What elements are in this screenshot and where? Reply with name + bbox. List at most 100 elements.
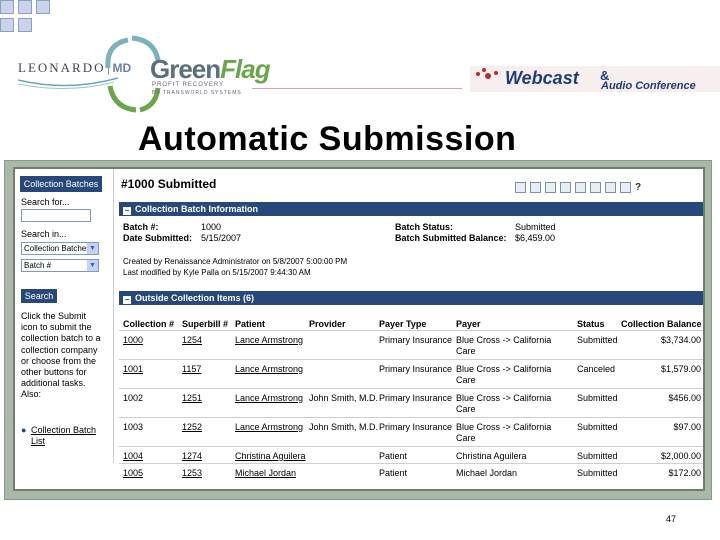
- row-divider: [119, 388, 703, 389]
- column-header[interactable]: Status: [577, 319, 605, 329]
- payer-type-cell: Primary Insurance: [379, 335, 453, 345]
- payer-cell: Blue Cross -> California Care: [456, 364, 552, 385]
- webcast-logo: Webcast: [505, 68, 579, 88]
- field-select[interactable]: Batch # ▼: [21, 259, 99, 272]
- status-cell: Submitted: [577, 422, 618, 432]
- audio-conference-logo: Audio Conference: [601, 80, 696, 92]
- copy-icon[interactable]: [530, 182, 541, 194]
- screenshot-frame: Collection Batches Search for... Search …: [4, 160, 712, 500]
- collection-batch-list-link[interactable]: Collection Batch List: [31, 425, 101, 447]
- page-number: 47: [666, 514, 677, 524]
- payer-type-cell: Patient: [379, 468, 408, 478]
- section-collection-items: − Outside Collection Items (6): [119, 291, 703, 305]
- search-for-label: Search for...: [21, 197, 70, 207]
- search-button[interactable]: Search: [21, 289, 57, 303]
- column-header[interactable]: Provider: [309, 319, 346, 329]
- search-input[interactable]: [21, 209, 91, 222]
- section-title: Collection Batch Information: [135, 204, 259, 214]
- toolbar: ?: [515, 179, 641, 197]
- slide-title: Automatic Submission: [138, 120, 517, 158]
- superbill-link[interactable]: 1157: [182, 364, 201, 374]
- status-cell: Submitted: [577, 393, 618, 403]
- sidebar-help-text: Click the Submit icon to submit the coll…: [21, 311, 101, 400]
- list-icon[interactable]: [545, 182, 556, 194]
- collection-link[interactable]: 1005: [123, 468, 143, 478]
- modified-by-text: Last modified by Kyle Palla on 5/15/2007…: [123, 268, 311, 277]
- provider-cell: John Smith, M.D.: [309, 422, 379, 432]
- search-in-select[interactable]: Collection Batches ▼: [21, 242, 99, 255]
- column-header[interactable]: Patient: [235, 319, 265, 329]
- delete-icon[interactable]: [620, 182, 631, 194]
- bullet-icon: ●: [21, 425, 27, 435]
- corner-square: [18, 18, 32, 32]
- sidebar-heading: Collection Batches: [20, 176, 102, 192]
- status-cell: Canceled: [577, 364, 616, 374]
- search-in-label: Search in...: [21, 229, 67, 239]
- batch-status-label: Batch Status:: [395, 222, 454, 232]
- submit-icon[interactable]: [605, 182, 616, 194]
- batch-status-value: Submitted: [515, 222, 556, 232]
- header-divider: [252, 88, 462, 89]
- greenflag-tagline: PROFIT RECOVERY: [152, 82, 225, 88]
- provider-cell: John Smith, M.D.: [309, 393, 379, 403]
- greenflag-tagline-2: BY TRANSWORLD SYSTEMS: [152, 90, 242, 96]
- superbill-link[interactable]: 1254: [182, 335, 202, 345]
- greenflag-logo: GreenFlag: [150, 54, 271, 84]
- section-title: Outside Collection Items (6): [135, 293, 255, 303]
- patient-link[interactable]: Michael Jordan: [235, 468, 296, 478]
- collapse-icon[interactable]: −: [123, 207, 131, 215]
- superbill-link[interactable]: 1274: [182, 451, 202, 461]
- sidebar: Collection Batches Search for... Search …: [15, 169, 114, 463]
- column-header[interactable]: Payer Type: [379, 319, 426, 329]
- webcast-dots-icon: [476, 68, 498, 79]
- corner-square: [18, 0, 32, 14]
- superbill-link[interactable]: 1253: [182, 468, 202, 478]
- page-title: #1000 Submitted: [121, 177, 217, 191]
- collection-link[interactable]: 1004: [123, 451, 143, 461]
- patient-link[interactable]: Lance Armstrong: [235, 335, 303, 345]
- created-by-text: Created by Renaissance Administrator on …: [123, 257, 348, 266]
- date-submitted-value: 5/15/2007: [201, 233, 242, 243]
- collection-link[interactable]: 1000: [123, 335, 143, 345]
- app-window: Collection Batches Search for... Search …: [13, 167, 705, 491]
- balance-cell: $2,000.00: [660, 451, 701, 461]
- row-divider: [119, 446, 703, 447]
- balance-cell: $1,579.00: [660, 364, 701, 374]
- collection-cell: 1002: [123, 393, 144, 403]
- batch-balance-value: $6,459.00: [515, 233, 556, 243]
- column-header[interactable]: Superbill #: [182, 319, 228, 329]
- payer-cell: Blue Cross -> California Care: [456, 335, 552, 356]
- chevron-down-icon[interactable]: ▼: [87, 260, 98, 271]
- edit-icon[interactable]: [515, 182, 526, 194]
- batch-num-value: 1000: [201, 222, 222, 232]
- row-divider: [119, 359, 703, 360]
- section-batch-info: − Collection Batch Information: [119, 202, 703, 216]
- attachment-icon[interactable]: [590, 182, 601, 194]
- batch-num-label: Batch #:: [123, 222, 159, 232]
- patient-link[interactable]: Lance Armstrong: [235, 364, 303, 374]
- chevron-down-icon[interactable]: ▼: [87, 243, 98, 254]
- superbill-link[interactable]: 1252: [182, 422, 202, 432]
- collapse-icon[interactable]: −: [123, 296, 131, 304]
- superbill-link[interactable]: 1251: [182, 393, 202, 403]
- column-header[interactable]: Payer: [456, 319, 481, 329]
- row-divider: [119, 330, 703, 331]
- row-divider: [119, 463, 703, 464]
- patient-link[interactable]: Lance Armstrong: [235, 393, 303, 403]
- payer-type-cell: Primary Insurance: [379, 364, 453, 374]
- payer-cell: Blue Cross -> California Care: [456, 422, 552, 443]
- balance-cell: $97.00: [673, 422, 701, 432]
- balance-cell: $3,734.00: [660, 335, 701, 345]
- patient-link[interactable]: Christina Aguilera: [235, 451, 306, 461]
- collection-link[interactable]: 1001: [123, 364, 143, 374]
- print-icon[interactable]: [560, 182, 571, 194]
- search-in-value: Collection Batches: [24, 244, 91, 253]
- column-header[interactable]: Collection Balance: [621, 319, 702, 329]
- patient-link[interactable]: Lance Armstrong: [235, 422, 303, 432]
- corner-square: [36, 0, 50, 14]
- column-header[interactable]: Collection #: [123, 319, 174, 329]
- print-preview-icon[interactable]: [575, 182, 586, 194]
- help-icon[interactable]: ?: [635, 182, 641, 193]
- batch-balance-label: Batch Submitted Balance:: [395, 233, 507, 243]
- status-cell: Submitted: [577, 335, 618, 345]
